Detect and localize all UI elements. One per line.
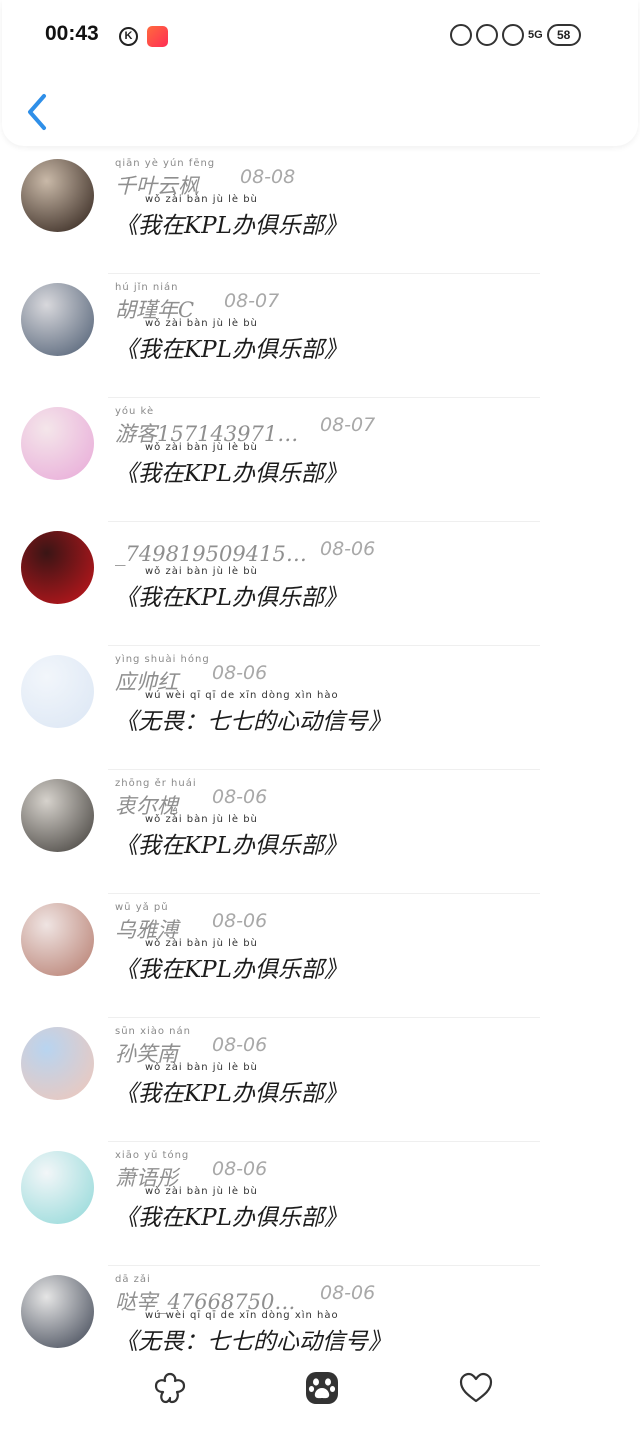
message-row[interactable]: hú jǐn nián 胡瑾年C 08-07 wǒ zài bàn jù lè … [0, 274, 640, 398]
flower-icon[interactable] [152, 1370, 188, 1406]
sender-name: _749819509415… [115, 542, 307, 566]
message-row[interactable]: sūn xiào nán 孙笑南 08-06 wǒ zài bàn jù lè … [0, 1018, 640, 1142]
message-content-block[interactable]: wǒ zài bàn jù lè bù 《我在KPL办俱乐部》 [115, 566, 347, 612]
message-content-pinyin: wǒ zài bàn jù lè bù [145, 194, 258, 205]
sender-block: hú jǐn nián 胡瑾年C [115, 282, 325, 322]
message-content-pinyin: wǒ zài bàn jù lè bù [145, 442, 258, 453]
message-content: 《我在KPL办俱乐部》 [115, 1081, 347, 1107]
message-content-block[interactable]: wú wèi qī qī de xīn dòng xìn hào 《无畏：七七的… [115, 1310, 391, 1356]
message-date: 08-06 [212, 910, 268, 932]
message-date: 08-06 [320, 1282, 376, 1304]
message-list: qiān yè yún fēng 千叶云枫 08-08 wǒ zài bàn j… [0, 150, 640, 1390]
message-content-pinyin: wǒ zài bàn jù lè bù [145, 1186, 258, 1197]
message-content: 《我在KPL办俱乐部》 [115, 1205, 347, 1231]
sender-block: dā zǎi 哒宰_47668750… [115, 1274, 325, 1314]
message-content-block[interactable]: wǒ zài bàn jù lè bù 《我在KPL办俱乐部》 [115, 442, 347, 488]
message-row[interactable]: yóu kè 游客157143971… 08-07 wǒ zài bàn jù … [0, 398, 640, 522]
message-row[interactable]: zhōng ěr huái 衷尔槐 08-06 wǒ zài bàn jù lè… [0, 770, 640, 894]
battery-indicator: 58 [546, 24, 581, 46]
message-date: 08-06 [212, 1158, 268, 1180]
message-date: 08-08 [240, 166, 296, 188]
message-content-block[interactable]: wǒ zài bàn jù lè bù 《我在KPL办俱乐部》 [115, 814, 347, 860]
status-icons: 5G 58 [450, 24, 581, 46]
avatar[interactable] [21, 655, 94, 728]
sender-name-pinyin: yóu kè [115, 406, 155, 417]
avatar[interactable] [21, 779, 94, 852]
message-date: 08-06 [212, 1034, 268, 1056]
message-content: 《无畏：七七的心动信号》 [115, 709, 391, 735]
message-content-block[interactable]: wǒ zài bàn jù lè bù 《我在KPL办俱乐部》 [115, 1062, 347, 1108]
message-content: 《我在KPL办俱乐部》 [115, 833, 347, 859]
message-date: 08-06 [320, 538, 376, 560]
message-content: 《无畏：七七的心动信号》 [115, 1329, 391, 1355]
avatar[interactable] [21, 903, 94, 976]
app-notification-icon [147, 26, 168, 47]
heart-icon[interactable] [458, 1370, 494, 1406]
sender-block: _749819509415… [115, 530, 325, 566]
status-time: 00:43 [45, 22, 99, 45]
status-icon-2 [476, 24, 498, 46]
message-content-block[interactable]: wǒ zài bàn jù lè bù 《我在KPL办俱乐部》 [115, 1186, 347, 1232]
message-content-pinyin: wǒ zài bàn jù lè bù [145, 318, 258, 329]
message-date: 08-07 [320, 414, 376, 436]
message-content-block[interactable]: wú wèi qī qī de xīn dòng xìn hào 《无畏：七七的… [115, 690, 391, 736]
message-date: 08-07 [224, 290, 280, 312]
message-content-pinyin: wú wèi qī qī de xīn dòng xìn hào [145, 690, 339, 701]
sender-name-pinyin [115, 530, 325, 542]
message-row[interactable]: xiāo yǔ tóng 萧语彤 08-06 wǒ zài bàn jù lè … [0, 1142, 640, 1266]
avatar[interactable] [21, 1151, 94, 1224]
k-app-icon: K [119, 27, 138, 46]
paw-icon[interactable] [304, 1370, 340, 1406]
sender-name-pinyin: hú jǐn nián [115, 282, 179, 293]
sender-block: yóu kè 游客157143971… [115, 406, 325, 446]
message-content-pinyin: wǒ zài bàn jù lè bù [145, 938, 258, 949]
network-label: 5G [528, 29, 543, 41]
message-content: 《我在KPL办俱乐部》 [115, 213, 347, 239]
avatar[interactable] [21, 1275, 94, 1348]
message-row[interactable]: yìng shuài hóng 应帅红 08-06 wú wèi qī qī d… [0, 646, 640, 770]
message-row[interactable]: _749819509415… 08-06 wǒ zài bàn jù lè bù… [0, 522, 640, 646]
avatar[interactable] [21, 1027, 94, 1100]
message-content-block[interactable]: wǒ zài bàn jù lè bù 《我在KPL办俱乐部》 [115, 318, 347, 364]
message-date: 08-06 [212, 786, 268, 808]
top-header: 00:43 K 5G 58 [2, 0, 638, 146]
message-row[interactable]: wū yǎ pǔ 乌雅溥 08-06 wǒ zài bàn jù lè bù 《… [0, 894, 640, 1018]
message-date: 08-06 [212, 662, 268, 684]
back-arrow-icon[interactable] [24, 92, 52, 132]
message-content: 《我在KPL办俱乐部》 [115, 337, 347, 363]
message-content-pinyin: wǒ zài bàn jù lè bù [145, 1062, 258, 1073]
message-content-pinyin: wǒ zài bàn jù lè bù [145, 814, 258, 825]
message-content-block[interactable]: wǒ zài bàn jù lè bù 《我在KPL办俱乐部》 [115, 194, 347, 240]
status-icon-3 [502, 24, 524, 46]
avatar[interactable] [21, 531, 94, 604]
bottom-nav [0, 1355, 640, 1429]
avatar[interactable] [21, 407, 94, 480]
avatar[interactable] [21, 283, 94, 356]
message-content: 《我在KPL办俱乐部》 [115, 461, 347, 487]
message-row[interactable]: qiān yè yún fēng 千叶云枫 08-08 wǒ zài bàn j… [0, 150, 640, 274]
message-content: 《我在KPL办俱乐部》 [115, 585, 347, 611]
message-content: 《我在KPL办俱乐部》 [115, 957, 347, 983]
status-icon-1 [450, 24, 472, 46]
message-content-block[interactable]: wǒ zài bàn jù lè bù 《我在KPL办俱乐部》 [115, 938, 347, 984]
avatar[interactable] [21, 159, 94, 232]
message-content-pinyin: wǒ zài bàn jù lè bù [145, 566, 258, 577]
sender-name-pinyin: dā zǎi [115, 1274, 151, 1285]
message-content-pinyin: wú wèi qī qī de xīn dòng xìn hào [145, 1310, 339, 1321]
